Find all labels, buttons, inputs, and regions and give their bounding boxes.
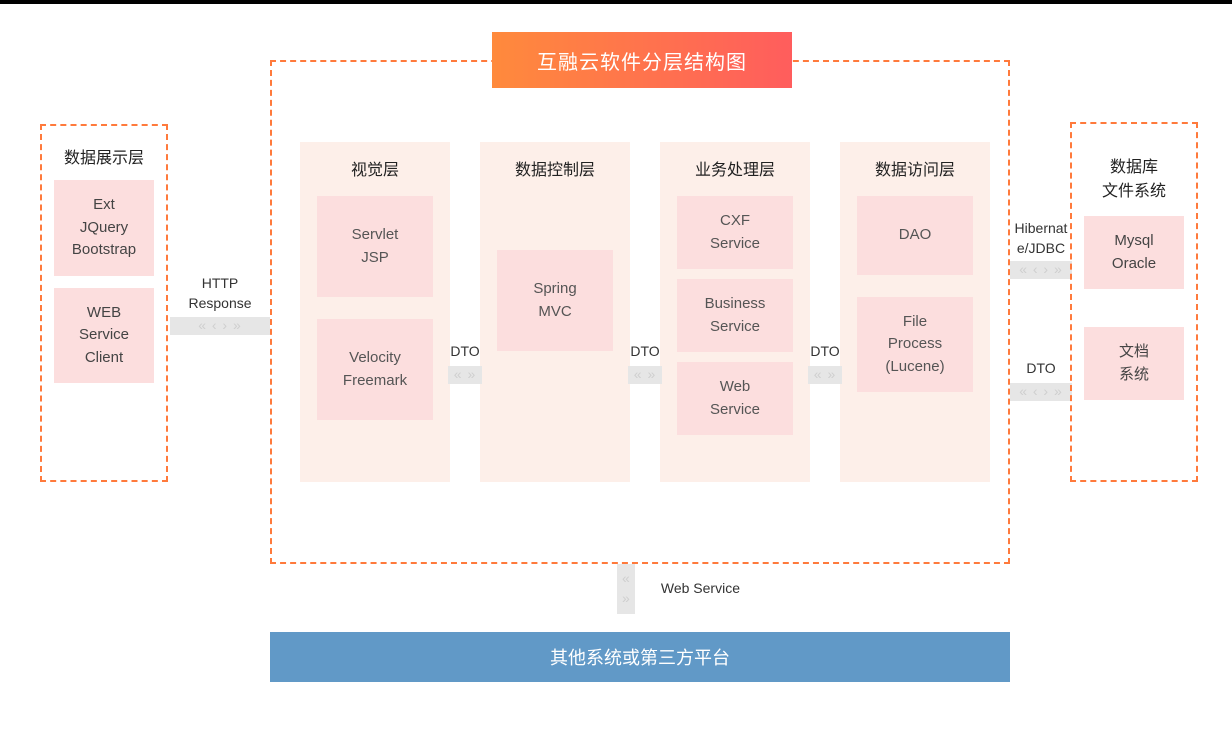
arrow-icon: « ‹ › » [1010, 261, 1072, 279]
presentation-layer-box: 数据展示层 ExtJQueryBootstrap WEBServiceClien… [40, 124, 168, 482]
connector-dto-1: DTO « » [448, 342, 482, 384]
col2-item2: WebService [677, 362, 793, 435]
col-title-0: 视觉层 [300, 156, 450, 180]
col1-item0: SpringMVC [497, 250, 613, 351]
connector-webservice-label: Web Service [661, 579, 740, 599]
left-item-1: WEBServiceClient [54, 288, 154, 384]
col3-item0: DAO [857, 196, 973, 275]
database-layer-box: 数据库文件系统 MysqlOracle 文档系统 [1070, 122, 1198, 482]
connector-dto-1-label: DTO [448, 342, 482, 362]
connector-http-label: HTTPResponse [170, 274, 270, 313]
right-item-0: MysqlOracle [1084, 216, 1184, 289]
right-item-1: 文档系统 [1084, 327, 1184, 400]
connector-http: HTTPResponse « ‹ › » [170, 274, 270, 335]
connector-webservice: «» Web Service [600, 564, 740, 614]
col0-item1: VelocityFreemark [317, 319, 433, 420]
col-title-2: 业务处理层 [660, 156, 810, 180]
arrow-icon: « » [448, 366, 482, 384]
col2-item0: CXFService [677, 196, 793, 269]
arrow-icon: «» [617, 564, 635, 614]
presentation-layer-title: 数据展示层 [42, 144, 166, 168]
col-title-1: 数据控制层 [480, 156, 630, 180]
col0-item0: ServletJSP [317, 196, 433, 297]
connector-dto-2-label: DTO [628, 342, 662, 362]
connector-dto-2: DTO « » [628, 342, 662, 384]
connector-hibernate-label: Hibernate/JDBC [1010, 219, 1072, 258]
arrow-icon: « » [628, 366, 662, 384]
main-architecture-box: 互融云软件分层结构图 视觉层 ServletJSP VelocityFreema… [270, 60, 1010, 564]
column-view-layer: 视觉层 ServletJSP VelocityFreemark [300, 142, 450, 482]
diagram-canvas: 数据展示层 ExtJQueryBootstrap WEBServiceClien… [0, 4, 1232, 742]
col-title-3: 数据访问层 [840, 156, 990, 180]
database-layer-title: 数据库文件系统 [1072, 156, 1196, 204]
arrow-icon: « » [808, 366, 842, 384]
third-party-bar: 其他系统或第三方平台 [270, 632, 1010, 682]
connector-dto-3-label: DTO [808, 342, 842, 362]
column-control-layer: 数据控制层 SpringMVC [480, 142, 630, 482]
connector-hibernate: Hibernate/JDBC « ‹ › » [1010, 219, 1072, 279]
connector-dto-3: DTO « » [808, 342, 842, 384]
column-dao-layer: 数据访问层 DAO FileProcess(Lucene) [840, 142, 990, 482]
col3-item1: FileProcess(Lucene) [857, 297, 973, 393]
arrow-icon: « ‹ › » [170, 317, 270, 335]
diagram-title: 互融云软件分层结构图 [492, 32, 792, 88]
left-item-0: ExtJQueryBootstrap [54, 180, 154, 276]
connector-dto-right-label: DTO [1010, 359, 1072, 379]
connector-dto-right: DTO « ‹ › » [1010, 359, 1072, 401]
column-business-layer: 业务处理层 CXFService BusinessService WebServ… [660, 142, 810, 482]
columns-wrap: 视觉层 ServletJSP VelocityFreemark 数据控制层 Sp… [300, 142, 990, 482]
col2-item1: BusinessService [677, 279, 793, 352]
arrow-icon: « ‹ › » [1010, 383, 1072, 401]
